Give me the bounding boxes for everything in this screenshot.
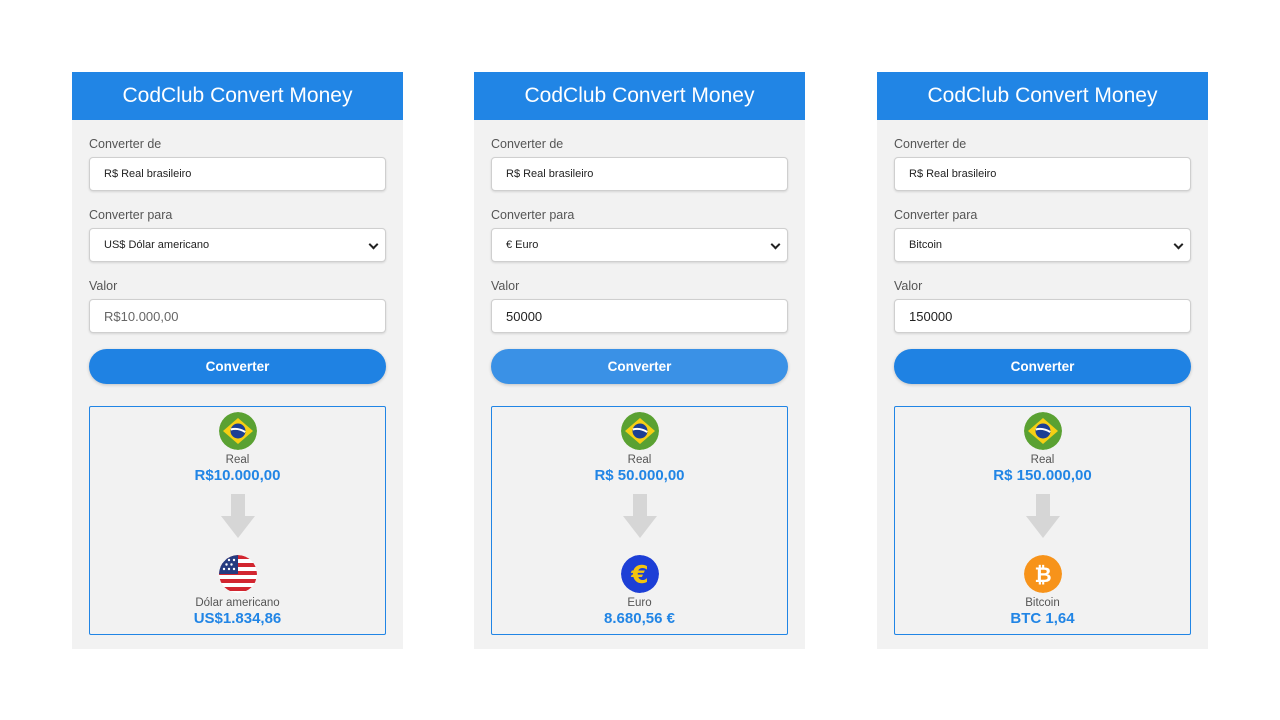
bitcoin-icon: ₿ <box>1023 555 1062 593</box>
brazil-flag-icon <box>620 412 659 450</box>
from-label: Converter de <box>491 137 564 151</box>
target-currency-name: Bitcoin <box>1025 597 1060 609</box>
target-amount: 8.680,56 € <box>604 610 675 627</box>
amount-label: Valor <box>894 279 923 293</box>
source-amount: R$ 150.000,00 <box>993 467 1092 484</box>
to-currency-select[interactable]: US$ Dólar americano <box>89 228 386 262</box>
convert-button[interactable]: Converter <box>89 349 386 384</box>
amount-label: Valor <box>491 279 520 293</box>
amount-value: 50000 <box>506 308 543 324</box>
brazil-flag-icon <box>1023 412 1062 450</box>
us-flag-icon <box>218 555 257 593</box>
converter-panel-btc: CodClub Convert Money Converter de R$ Re… <box>877 72 1208 649</box>
from-currency-value: R$ Real brasileiro <box>506 168 594 180</box>
result-box: Real R$ 50.000,00 € Euro 8.680,56 € <box>491 406 788 635</box>
arrow-down-icon <box>622 494 657 543</box>
from-currency-value: R$ Real brasileiro <box>104 168 192 180</box>
amount-value: 150000 <box>909 308 953 324</box>
app-title: CodClub Convert Money <box>72 72 403 120</box>
convert-button[interactable]: Converter <box>894 349 1191 384</box>
arrow-down-icon <box>220 494 255 543</box>
to-label: Converter para <box>89 208 173 222</box>
to-currency-select[interactable]: Bitcoin <box>894 228 1191 262</box>
amount-input[interactable]: 150000 <box>894 299 1191 333</box>
svg-text:₿: ₿ <box>1034 563 1051 587</box>
convert-button[interactable]: Converter <box>491 349 788 384</box>
to-currency-value: € Euro <box>506 239 539 251</box>
source-currency-name: Real <box>627 454 652 466</box>
app-title: CodClub Convert Money <box>877 72 1208 120</box>
converter-panel-usd: CodClub Convert Money Converter de R$ Re… <box>72 72 403 649</box>
from-currency-value: R$ Real brasileiro <box>909 168 997 180</box>
to-currency-select[interactable]: € Euro <box>491 228 788 262</box>
target-amount: US$1.834,86 <box>193 610 282 627</box>
app-title: CodClub Convert Money <box>474 72 805 120</box>
converter-panel-eur: CodClub Convert Money Converter de R$ Re… <box>474 72 805 649</box>
arrow-down-icon <box>1025 494 1060 543</box>
source-currency-name: Real <box>1030 454 1055 466</box>
from-currency-field[interactable]: R$ Real brasileiro <box>491 157 788 191</box>
to-label: Converter para <box>894 208 978 222</box>
from-currency-field[interactable]: R$ Real brasileiro <box>89 157 386 191</box>
target-currency-name: Dólar americano <box>195 597 280 609</box>
target-currency-name: Euro <box>627 597 652 609</box>
to-currency-value: US$ Dólar americano <box>104 239 210 251</box>
from-label: Converter de <box>894 137 967 151</box>
source-amount: R$ 50.000,00 <box>594 467 685 484</box>
from-label: Converter de <box>89 137 162 151</box>
brazil-flag-icon <box>218 412 257 450</box>
euro-icon: € <box>620 555 659 593</box>
to-label: Converter para <box>491 208 575 222</box>
amount-input[interactable]: R$10.000,00 <box>89 299 386 333</box>
amount-input[interactable]: 50000 <box>491 299 788 333</box>
source-currency-name: Real <box>225 454 250 466</box>
from-currency-field[interactable]: R$ Real brasileiro <box>894 157 1191 191</box>
target-amount: BTC 1,64 <box>1010 610 1075 627</box>
result-box: Real R$10.000,00 Dólar americano US$1.83… <box>89 406 386 635</box>
amount-label: Valor <box>89 279 118 293</box>
result-box: Real R$ 150.000,00 ₿ Bitcoin BTC 1,64 <box>894 406 1191 635</box>
to-currency-value: Bitcoin <box>909 239 943 251</box>
svg-text:€: € <box>630 560 648 589</box>
source-amount: R$10.000,00 <box>194 467 281 484</box>
amount-placeholder: R$10.000,00 <box>104 308 179 324</box>
